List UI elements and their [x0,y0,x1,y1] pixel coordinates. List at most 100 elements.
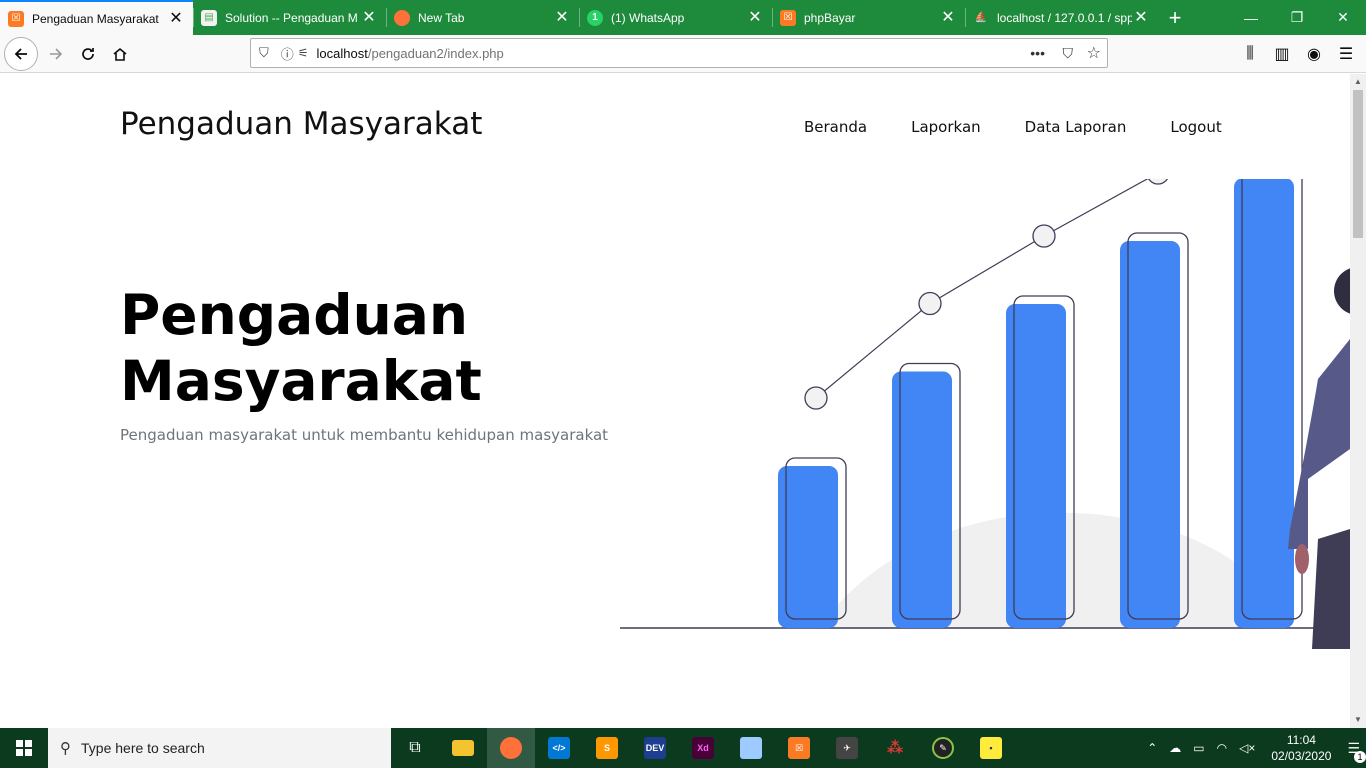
vscode-button[interactable]: </> [535,728,583,768]
windows-taskbar: ⚲ Type here to search ⧉ </> S DEV Xd ☒ ✈… [0,728,1366,768]
nav-logout[interactable]: Logout [1170,118,1221,136]
growth-chart-illustration [620,179,1350,649]
volume-icon[interactable]: ◁× [1239,741,1255,755]
firefox-button[interactable] [487,728,535,768]
tab-whatsapp[interactable]: 1 (1) WhatsApp ✕ [579,0,772,35]
toolbar-right: ⫼ ▥ ◉ ☰ [1234,38,1362,70]
clock[interactable]: 11:04 02/03/2020 [1271,732,1331,764]
network-icon: ⁂ [886,740,904,757]
file-explorer-button[interactable] [439,728,487,768]
tab-solution[interactable]: ▤ Solution -- Pengaduan M ✕ [193,0,386,35]
permissions-icon[interactable]: ⚟ [298,46,309,60]
chart-bar [1234,179,1294,628]
new-tab-button[interactable]: + [1158,0,1192,35]
tab-title: phpBayar [804,10,856,25]
account-icon[interactable]: ◉ [1298,38,1330,70]
xampp-icon: ☒ [780,9,796,26]
close-icon[interactable]: ✕ [939,9,957,26]
inkscape-icon: ✎ [932,737,954,759]
tab-phpbayar[interactable]: ☒ phpBayar ✕ [772,0,965,35]
sidebar-icon[interactable]: ▥ [1266,38,1298,70]
game-button[interactable]: ✈ [823,728,871,768]
tab-title: New Tab [418,10,465,25]
scroll-down-icon[interactable]: ▼ [1350,712,1366,728]
tab-pengaduan[interactable]: ☒ Pengaduan Masyarakat ✕ [0,0,193,35]
nav-data-laporan[interactable]: Data Laporan [1025,118,1127,136]
home-button[interactable] [104,38,136,70]
minimize-button[interactable]: — [1228,0,1274,35]
inkscape-button[interactable]: ✎ [919,728,967,768]
sublime-icon: S [596,737,618,759]
close-icon[interactable]: ✕ [1132,9,1150,26]
chart-bar [1120,241,1180,628]
back-button[interactable] [4,36,38,71]
xampp-icon: ☒ [788,737,810,759]
close-icon[interactable]: ✕ [360,9,378,26]
scroll-up-icon[interactable]: ▲ [1350,74,1366,90]
scroll-thumb[interactable] [1353,90,1363,238]
library-icon[interactable]: ⫼ [1234,38,1266,70]
close-icon[interactable]: ✕ [167,10,185,27]
xd-icon: Xd [692,737,714,759]
trend-line [815,179,1149,399]
url-path: /pengaduan2/index.php [367,45,504,61]
devc-icon: DEV [644,737,666,759]
battery-icon[interactable]: ▭ [1193,741,1204,755]
info-icon[interactable]: ⓘ [281,44,294,63]
close-icon[interactable]: ✕ [746,9,764,26]
window-controls: — ❐ ✕ [1228,0,1366,35]
search-placeholder: Type here to search [81,740,205,756]
close-window-button[interactable]: ✕ [1320,0,1366,35]
web-page: Pengaduan Masyarakat Beranda Laporkan Da… [0,74,1350,728]
nav-laporkan[interactable]: Laporkan [911,118,981,136]
hero-subtitle: Pengaduan masyarakat untuk membantu kehi… [120,426,609,444]
taskbar-search[interactable]: ⚲ Type here to search [48,728,391,768]
trend-point [1032,224,1056,248]
pocket-icon[interactable]: ⛉ [1063,45,1074,62]
reload-icon [82,47,94,60]
wifi-icon[interactable]: ◠ [1217,741,1227,755]
shield-icon[interactable]: ⛉ [259,45,269,61]
box-icon [740,737,762,759]
tab-phpmyadmin[interactable]: ⛵ localhost / 127.0.0.1 / spp ✕ [965,0,1158,35]
network-button[interactable]: ⁂ [871,728,919,768]
forward-button[interactable] [40,38,72,70]
reload-button[interactable] [72,38,104,70]
onedrive-icon[interactable]: ☁ [1169,741,1181,755]
task-view-button[interactable]: ⧉ [391,728,439,768]
restore-button[interactable]: ❐ [1274,0,1320,35]
bookmark-star-icon[interactable]: ☆ [1087,43,1101,63]
firefox-icon [394,9,410,26]
sticky-notes-icon: ▪ [980,737,1002,759]
sublime-button[interactable]: S [583,728,631,768]
tab-title: Solution -- Pengaduan M [225,10,358,25]
sticky-notes-button[interactable]: ▪ [967,728,1015,768]
chevron-up-icon[interactable]: ⌃ [1147,741,1157,755]
menu-icon[interactable]: ☰ [1330,38,1362,70]
page-scrollbar[interactable]: ▲ ▼ [1350,74,1366,728]
person-figure [1288,268,1350,649]
url-bar[interactable]: ⛉ ⓘ ⚟ localhost/pengaduan2/index.php •••… [250,38,1108,68]
xd-button[interactable]: Xd [679,728,727,768]
devc-button[interactable]: DEV [631,728,679,768]
chart-bar [778,466,838,628]
xampp-button[interactable]: ☒ [775,728,823,768]
navigation-toolbar: ⛉ ⓘ ⚟ localhost/pengaduan2/index.php •••… [0,35,1366,73]
search-icon: ⚲ [60,740,71,757]
whatsapp-icon: 1 [587,9,603,26]
tab-title: Pengaduan Masyarakat [32,11,159,26]
chart-bar [892,371,952,628]
site-brand[interactable]: Pengaduan Masyarakat [120,106,482,142]
page-actions-icon[interactable]: ••• [1030,45,1045,61]
box-button[interactable] [727,728,775,768]
tab-new-tab[interactable]: New Tab ✕ [386,0,579,35]
vscode-icon: </> [548,737,570,759]
document-icon: ▤ [201,9,217,26]
close-icon[interactable]: ✕ [553,9,571,26]
arrow-right-icon [50,47,63,60]
xampp-icon: ☒ [8,10,24,27]
notification-center-icon[interactable]: ☰ 1 [1347,740,1366,763]
nav-beranda[interactable]: Beranda [804,118,867,136]
windows-logo-icon [16,740,32,756]
start-button[interactable] [0,728,48,768]
